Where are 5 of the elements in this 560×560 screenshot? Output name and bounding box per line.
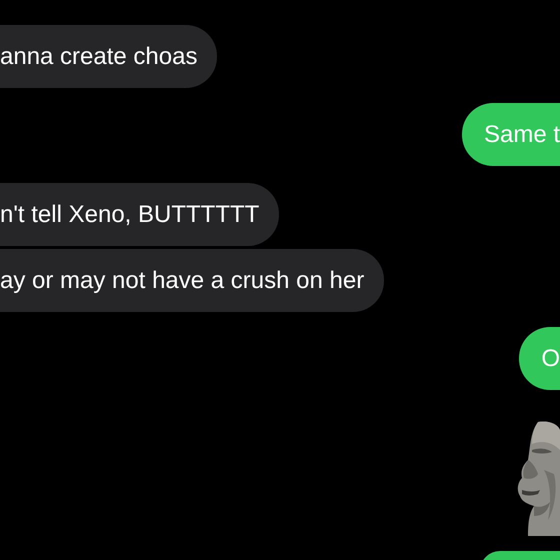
message-bubble: O bbox=[519, 327, 560, 390]
message-bubble: n't tell Xeno, BUTTTTTT bbox=[0, 183, 280, 246]
message-bubble: Same t bbox=[462, 103, 560, 166]
message-bubble: ay or may not have a crush on her bbox=[0, 249, 384, 312]
message-bubble: anna create choas bbox=[0, 25, 218, 88]
